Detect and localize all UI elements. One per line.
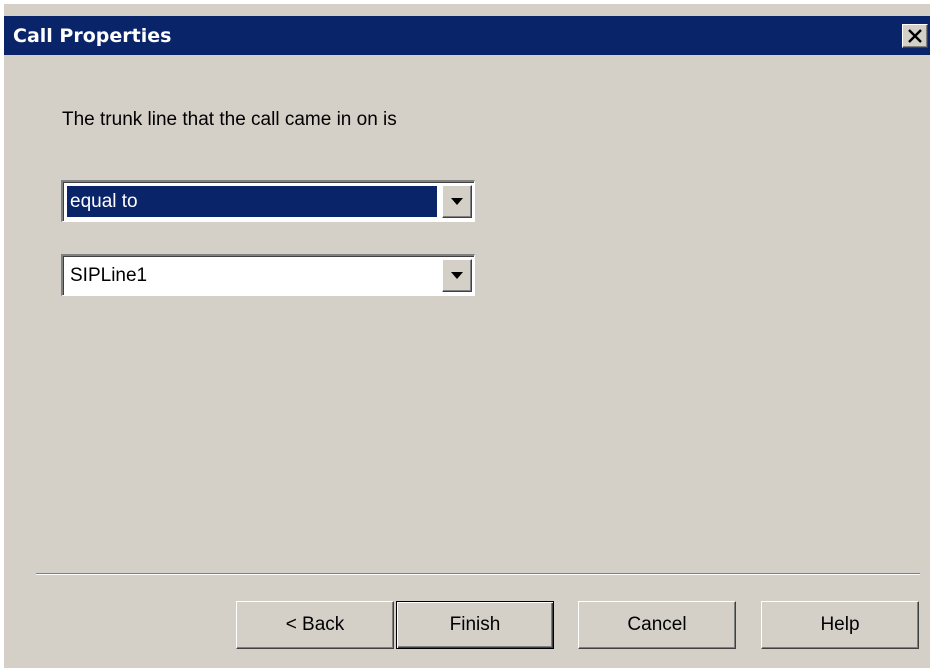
cancel-button[interactable]: Cancel	[578, 601, 736, 649]
back-button[interactable]: < Back	[236, 601, 394, 649]
trunk-line-dropdown-button[interactable]	[442, 259, 472, 292]
call-properties-dialog: Call Properties The trunk line that the …	[0, 0, 931, 668]
trunk-line-dropdown[interactable]: SIPLine1	[61, 254, 475, 296]
operator-dropdown-value: equal to	[67, 186, 437, 217]
finish-button[interactable]: Finish	[396, 601, 554, 649]
help-button[interactable]: Help	[761, 601, 919, 649]
operator-dropdown-button[interactable]	[442, 185, 472, 218]
trunk-line-dropdown-value: SIPLine1	[70, 265, 148, 286]
title-bar: Call Properties	[4, 16, 930, 55]
close-button[interactable]	[902, 24, 928, 48]
window-title: Call Properties	[13, 25, 172, 47]
condition-prompt-label: The trunk line that the call came in on …	[62, 109, 397, 130]
button-separator	[36, 573, 920, 575]
operator-dropdown[interactable]: equal to	[61, 180, 475, 222]
